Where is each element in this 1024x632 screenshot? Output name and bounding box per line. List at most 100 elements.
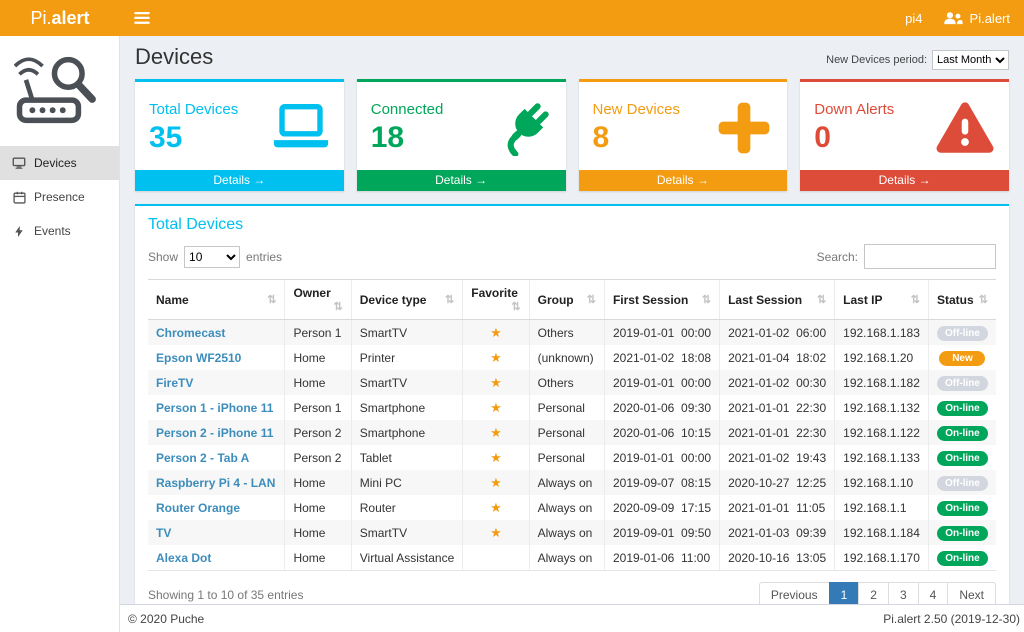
sort-icon: ⇅ [979,293,988,306]
device-name-link[interactable]: Router Orange [156,501,240,515]
last-session-cell: 2021-01-04 18:02 [720,345,835,370]
pagination: Previous1234Next [759,582,996,604]
name-cell: FireTV [148,370,285,395]
device-name-link[interactable]: Chromecast [156,326,225,340]
device-type-cell: SmartTV [351,320,463,346]
device-name-link[interactable]: Alexa Dot [156,551,211,565]
star-icon: ★ [490,400,502,415]
summary-card-total-devices: Total Devices35Details → [135,79,344,191]
sidebar-item-presence[interactable]: Presence [0,180,119,214]
device-name-link[interactable]: Person 1 - iPhone 11 [156,401,273,415]
period-select[interactable]: Last Month [932,50,1009,70]
pagination-1[interactable]: 1 [829,582,860,604]
device-type-cell: Mini PC [351,470,463,495]
devices-panel: Total Devices Show 10 entries Search: [135,204,1009,604]
account-menu[interactable]: Pi.alert [943,11,1010,26]
first-session-cell: 2020-01-06 10:15 [604,420,719,445]
device-name-link[interactable]: FireTV [156,376,193,390]
column-header-device-type[interactable]: Device type⇅ [351,280,463,320]
search-input[interactable] [864,244,996,269]
arrow-circle-icon: → [253,173,265,187]
card-details-button[interactable]: Details → [579,170,788,191]
device-type-cell: Smartphone [351,420,463,445]
last-ip-cell: 192.168.1.10 [835,470,929,495]
summary-card-down-alerts: Down Alerts0Details → [800,79,1009,191]
device-row: Person 2 - Tab APerson 2Tablet★Personal2… [148,445,996,470]
sidebar-item-devices[interactable]: Devices [0,146,119,180]
name-cell: Chromecast [148,320,285,346]
search-control: Search: [817,244,996,269]
owner-cell: Home [285,470,351,495]
star-icon: ★ [490,325,502,340]
sidebar-toggle-button[interactable] [120,0,164,36]
name-cell: TV [148,520,285,545]
column-header-last-ip[interactable]: Last IP⇅ [835,280,929,320]
column-header-status[interactable]: Status ⇅ [928,280,996,320]
owner-cell: Person 2 [285,420,351,445]
page-length-control: Show 10 entries [148,246,282,268]
pagination-4[interactable]: 4 [918,582,949,604]
first-session-cell: 2021-01-02 18:08 [604,345,719,370]
device-name-link[interactable]: Person 2 - Tab A [156,451,249,465]
account-label: Pi.alert [970,11,1010,26]
sidebar-item-events[interactable]: Events [0,214,119,248]
column-header-name[interactable]: Name⇅ [148,280,285,320]
column-label: Owner [293,286,330,300]
version: Pi.alert 2.50 (2019-12-30) [883,612,1020,626]
star-icon: ★ [490,475,502,490]
table-body: ChromecastPerson 1SmartTV★Others2019-01-… [148,320,996,571]
owner-cell: Home [285,545,351,571]
group-cell: Personal [529,445,604,470]
device-name-link[interactable]: Person 2 - iPhone 11 [156,426,273,440]
card-value: 35 [149,121,238,155]
device-name-link[interactable]: TV [156,526,171,540]
last-ip-cell: 192.168.1.183 [835,320,929,346]
first-session-cell: 2019-09-01 09:50 [604,520,719,545]
column-label: First Session [613,293,688,307]
entries-label: entries [246,250,282,264]
last-session-cell: 2021-01-02 00:30 [720,370,835,395]
card-details-button[interactable]: Details → [357,170,566,191]
column-label: Status [937,293,974,307]
panel-title: Total Devices [135,206,1009,236]
first-session-cell: 2019-01-06 11:00 [604,545,719,571]
group-cell: Always on [529,520,604,545]
column-header-first-session[interactable]: First Session⇅ [604,280,719,320]
pagination-next[interactable]: Next [947,582,996,604]
brand-logo[interactable]: Pi.alert [0,0,120,36]
column-header-last-session[interactable]: Last Session⇅ [720,280,835,320]
favorite-cell: ★ [463,395,529,420]
sort-icon: ⇅ [587,293,596,306]
card-details-button[interactable]: Details → [135,170,344,191]
group-cell: Others [529,320,604,346]
period-control: New Devices period: Last Month [826,50,1009,70]
device-name-link[interactable]: Epson WF2510 [156,351,241,365]
column-header-group[interactable]: Group⇅ [529,280,604,320]
device-name-link[interactable]: Raspberry Pi 4 - LAN [156,476,275,490]
first-session-cell: 2019-09-07 08:15 [604,470,719,495]
column-header-favorite[interactable]: Favorite⇅ [463,280,529,320]
copyright: © 2020 Puche [128,612,204,626]
last-session-cell: 2020-10-27 12:25 [720,470,835,495]
card-body: Down Alerts0 [800,82,1009,170]
first-session-cell: 2019-01-01 00:00 [604,370,719,395]
column-header-owner[interactable]: Owner⇅ [285,280,351,320]
card-body: Connected18 [357,82,566,170]
star-icon: ★ [490,525,502,540]
laptop-icon [272,104,330,151]
card-details-button[interactable]: Details → [800,170,1009,191]
pagination-2[interactable]: 2 [858,582,889,604]
pagination-3[interactable]: 3 [888,582,919,604]
group-cell: Always on [529,470,604,495]
favorite-cell: ★ [463,520,529,545]
last-ip-cell: 192.168.1.122 [835,420,929,445]
table-header-row: Name⇅Owner⇅Device type⇅Favorite⇅Group⇅Fi… [148,280,996,320]
star-icon: ★ [490,425,502,440]
page-footer: © 2020 Puche Pi.alert 2.50 (2019-12-30) [120,604,1024,632]
pagination-previous[interactable]: Previous [759,582,830,604]
last-ip-cell: 192.168.1.132 [835,395,929,420]
page-length-select[interactable]: 10 [184,246,240,268]
pialert-logo-icon [0,36,119,146]
status-badge: New [939,351,985,366]
status-cell: On-line [928,495,996,520]
